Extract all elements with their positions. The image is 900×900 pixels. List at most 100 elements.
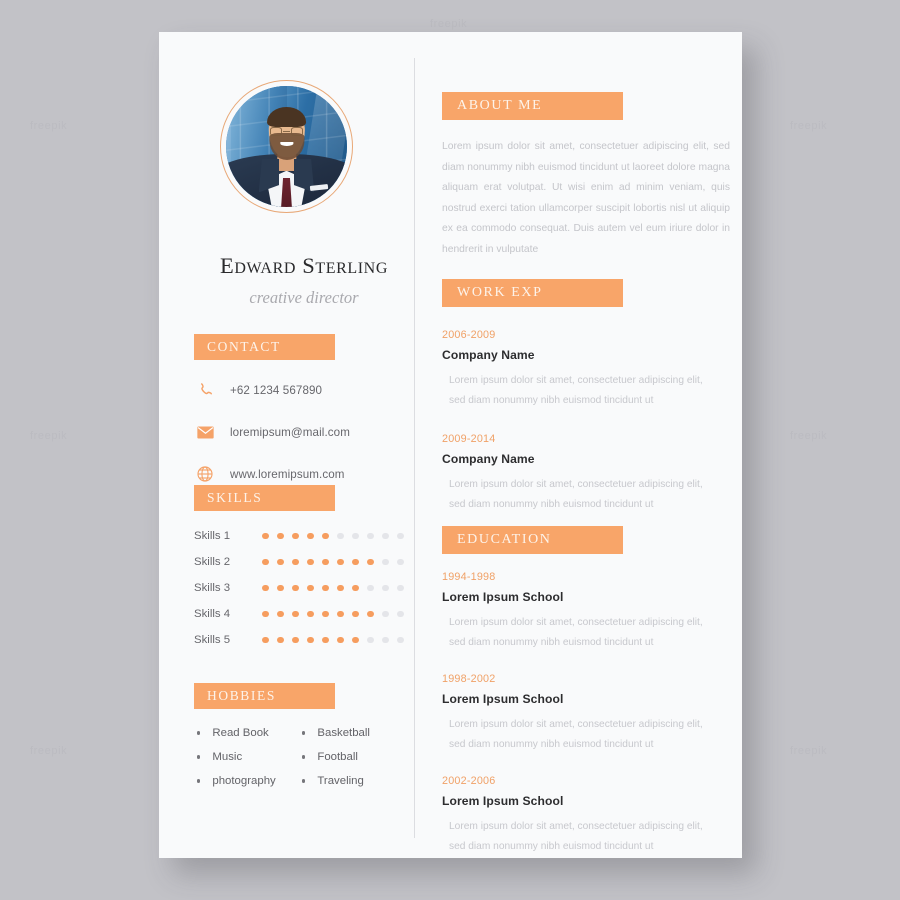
skill-dot-empty	[396, 610, 404, 618]
skill-dot-filled	[276, 558, 284, 566]
timeline-entry: 1994-1998 Lorem Ipsum School Lorem ipsum d…	[442, 571, 732, 653]
skill-dot-filled	[321, 584, 329, 592]
entry-description: Lorem ipsum dolor sit amet, consectetuer…	[449, 617, 703, 648]
hobby-item: Basketball	[302, 721, 407, 745]
skill-dot-filled	[306, 532, 314, 540]
section-heading-about-me: ABOUT ME	[442, 92, 623, 120]
skill-label: Skills 2	[194, 556, 231, 568]
skill-dot-filled	[276, 636, 284, 644]
page-title: Edward Sterling	[220, 253, 388, 278]
skill-dot-filled	[291, 532, 299, 540]
skill-dot-filled	[321, 610, 329, 618]
skill-dot-filled	[291, 610, 299, 618]
skill-dot-filled	[262, 532, 269, 540]
bullet-icon	[197, 755, 201, 759]
skill-dot-filled	[291, 584, 299, 592]
skill-dot-empty	[396, 558, 404, 566]
resume-page: Edward Sterling creative director CONTAC…	[159, 32, 742, 858]
phone-icon	[194, 380, 216, 400]
skill-dot-filled	[306, 610, 314, 618]
bullet-icon	[197, 779, 201, 783]
watermark: freepik	[430, 18, 468, 30]
globe-icon	[194, 464, 216, 484]
contact-item-email[interactable]: loremipsum@mail.com	[194, 417, 404, 447]
skill-dot-empty	[381, 636, 389, 644]
section-heading-work-exp: WORK EXP	[442, 279, 623, 307]
skill-dot-filled	[262, 558, 269, 566]
skill-label: Skills 1	[194, 530, 231, 542]
skill-rating	[262, 532, 404, 540]
skill-row: Skills 2	[194, 549, 409, 575]
skill-rating	[262, 558, 404, 566]
skill-dot-filled	[306, 558, 314, 566]
entry-description: Lorem ipsum dolor sit amet, consectetuer…	[449, 375, 703, 406]
hobby-item: photography	[197, 769, 302, 793]
skill-dot-empty	[396, 636, 404, 644]
section-heading-contact: CONTACT	[194, 334, 335, 360]
entry-date: 2006-2009	[442, 329, 496, 341]
about-me-text: Lorem ipsum dolor sit amet, consectetuer…	[442, 141, 730, 255]
skill-row: Skills 1	[194, 523, 409, 549]
contact-item-phone[interactable]: +62 1234 567890	[194, 375, 404, 405]
skill-dot-filled	[291, 558, 299, 566]
entry-date: 1998-2002	[442, 673, 496, 685]
skill-dot-empty	[366, 532, 374, 540]
skill-dot-filled	[306, 584, 314, 592]
watermark: freepik	[30, 120, 68, 132]
bullet-icon	[302, 779, 306, 783]
entry-description: Lorem ipsum dolor sit amet, consectetuer…	[449, 479, 703, 510]
bullet-icon	[302, 731, 306, 735]
skill-dot-filled	[262, 584, 269, 592]
skill-dot-filled	[321, 532, 329, 540]
envelope-icon	[194, 422, 216, 442]
hobby-label: Traveling	[317, 775, 364, 787]
timeline-entry: 2002-2006 Lorem Ipsum School Lorem ipsum d…	[442, 775, 732, 857]
skill-rating	[262, 610, 404, 618]
skill-dot-empty	[336, 532, 344, 540]
skill-dot-empty	[396, 584, 404, 592]
avatar-photo	[226, 86, 347, 207]
skill-dot-filled	[336, 584, 344, 592]
hobbies-list: Read Book Basketball Music Football photogra…	[197, 721, 407, 793]
section-heading-hobbies: HOBBIES	[194, 683, 335, 709]
contact-website-value: www.loremipsum.com	[230, 467, 345, 481]
skill-rating	[262, 636, 404, 644]
skill-row: Skills 3	[194, 575, 409, 601]
contact-email-value: loremipsum@mail.com	[230, 425, 350, 439]
entry-description: Lorem ipsum dolor sit amet, consectetuer…	[449, 719, 703, 750]
skill-dot-filled	[336, 610, 344, 618]
hobby-item: Music	[197, 745, 302, 769]
entry-date: 2002-2006	[442, 775, 496, 787]
skill-dot-filled	[321, 636, 329, 644]
hobby-label: Basketball	[317, 727, 370, 739]
watermark: freepik	[790, 430, 828, 442]
skill-rating	[262, 584, 404, 592]
watermark: freepik	[30, 430, 68, 442]
watermark: freepik	[790, 745, 828, 757]
skill-dot-empty	[351, 532, 359, 540]
right-column: ABOUT ME Lorem ipsum dolor sit amet, con…	[414, 32, 742, 858]
skill-dot-filled	[262, 636, 269, 644]
entry-title: Lorem Ipsum School	[442, 590, 564, 604]
skill-dot-empty	[381, 610, 389, 618]
skill-dot-empty	[366, 636, 374, 644]
skill-dot-filled	[336, 558, 344, 566]
hobby-label: Football	[317, 751, 358, 763]
hobby-item: Traveling	[302, 769, 407, 793]
skill-label: Skills 4	[194, 608, 231, 620]
skill-dot-filled	[366, 558, 374, 566]
timeline-entry: 2006-2009 Company Name Lorem ipsum dolor s…	[442, 329, 732, 411]
skill-dot-empty	[381, 532, 389, 540]
skill-dot-filled	[366, 610, 374, 618]
hobby-label: photography	[212, 775, 276, 787]
entry-date: 1994-1998	[442, 571, 496, 583]
contact-phone-value: +62 1234 567890	[230, 383, 323, 397]
skill-dot-empty	[381, 584, 389, 592]
section-heading-skills: SKILLS	[194, 485, 335, 511]
skill-dot-filled	[351, 584, 359, 592]
skill-dot-filled	[351, 558, 359, 566]
skill-dot-filled	[291, 636, 299, 644]
skill-dot-empty	[396, 532, 404, 540]
skill-row: Skills 4	[194, 601, 409, 627]
skill-dot-filled	[306, 636, 314, 644]
